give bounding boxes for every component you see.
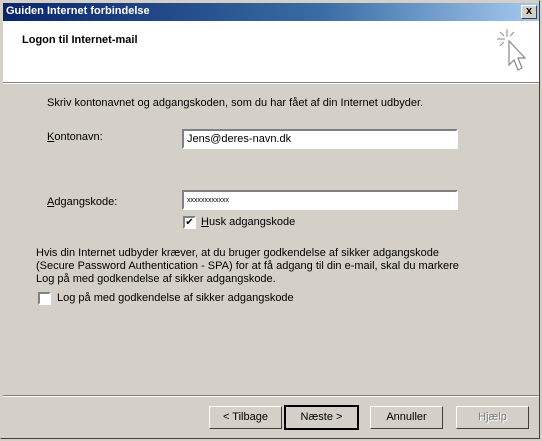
back-button-label: < Tilbage — [223, 411, 268, 423]
spa-text-line1: Hvis din Internet udbyder kræver, at du … — [36, 247, 439, 259]
title-bar[interactable]: Guiden Internet forbindelse x — [3, 3, 539, 21]
intro-text: Skriv kontonavnet og adgangskoden, som d… — [47, 97, 424, 109]
page-title: Logon til Internet-mail — [22, 34, 138, 46]
wizard-header: Logon til Internet-mail — [3, 21, 539, 82]
cancel-button[interactable]: Annuller — [370, 406, 443, 429]
check-icon: ✔ — [185, 217, 194, 228]
close-button[interactable]: x — [521, 5, 537, 19]
spa-checkbox[interactable] — [38, 292, 51, 305]
wizard-window: Guiden Internet forbindelse x Logon til … — [0, 0, 540, 439]
spa-checkbox-label[interactable]: Log på med godkendelse af sikker adgangs… — [57, 292, 294, 304]
remember-password-label[interactable]: Husk adgangskode — [201, 216, 295, 228]
header-divider — [3, 82, 539, 84]
remember-password-checkbox[interactable]: ✔ — [183, 216, 196, 229]
back-button[interactable]: < Tilbage — [209, 406, 282, 429]
next-button-label: Næste > — [300, 411, 343, 423]
close-icon: x — [525, 5, 533, 17]
cancel-button-label: Annuller — [386, 411, 427, 423]
spa-text-line3: Log på med godkendelse af sikker adgangs… — [36, 273, 276, 285]
password-label: Adgangskode: — [47, 196, 118, 208]
account-input[interactable] — [184, 131, 456, 147]
click-cursor-icon — [497, 29, 527, 71]
window-title: Guiden Internet forbindelse — [6, 5, 150, 17]
account-label: Kontonavn: — [47, 131, 103, 143]
footer-divider — [3, 395, 539, 397]
account-field[interactable] — [182, 129, 458, 149]
spa-text-line2: (Secure Password Authentication - SPA) f… — [36, 260, 459, 272]
help-button: Hjælp — [456, 406, 529, 429]
password-field[interactable] — [182, 190, 458, 210]
help-button-label: Hjælp — [478, 411, 507, 423]
next-button[interactable]: Næste > — [284, 405, 359, 430]
password-input[interactable] — [184, 192, 456, 208]
